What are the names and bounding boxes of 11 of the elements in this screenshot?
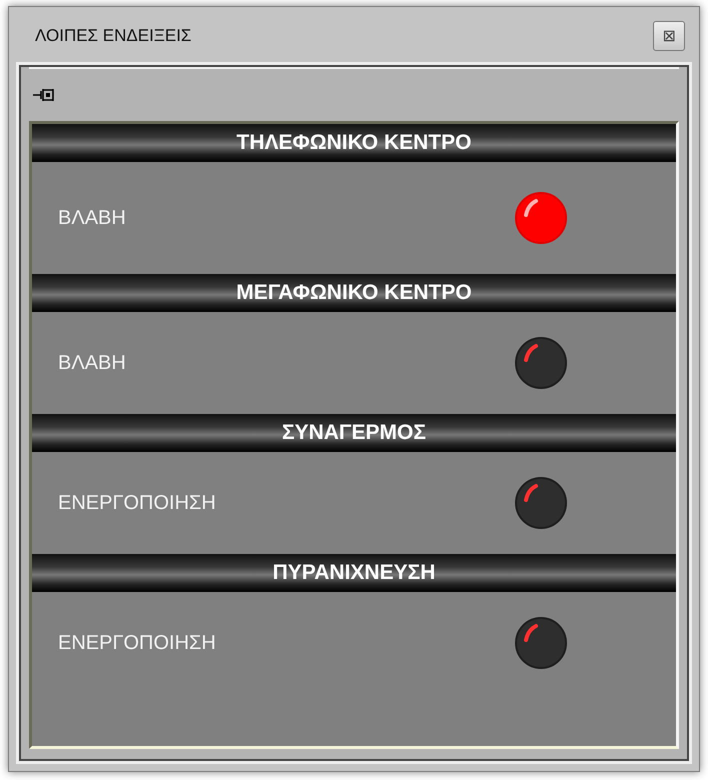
pin-icon[interactable] <box>33 88 57 102</box>
section-header: ΜΕΓΑΦΩΝΙΚΟ ΚΕΝΤΡΟ <box>32 274 676 312</box>
indicator-label: ΒΛΑΒΗ <box>58 352 126 374</box>
indicator-label: ΒΛΑΒΗ <box>58 206 126 230</box>
section-header: ΤΗΛΕΦΩΝΙΚΟ ΚΕΝΤΡΟ <box>32 124 676 162</box>
window-title: ΛΟΙΠΕΣ ΕΝΔΕΙΞΕΙΣ <box>35 26 192 46</box>
section-header: ΣΥΝΑΓΕΡΜΟΣ <box>32 414 676 452</box>
close-button[interactable]: ⊠ <box>653 21 685 51</box>
indicator-label: ΕΝΕΡΓΟΠΟΙΗΣΗ <box>58 492 216 514</box>
section-header: ΠΥΡΑΝΙΧΝΕΥΣΗ <box>32 554 676 592</box>
indicator-label: ΕΝΕΡΓΟΠΟΙΗΣΗ <box>58 632 216 654</box>
